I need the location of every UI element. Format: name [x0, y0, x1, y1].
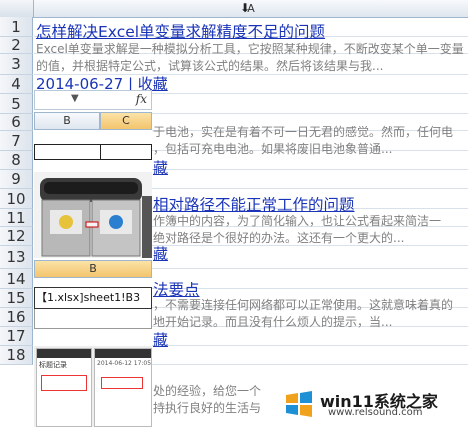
recycle-bins-photo — [34, 172, 152, 258]
row-header[interactable]: 4 — [0, 75, 33, 94]
article-snippet-3-line1: 作簿中的内容，为了简化输入，也让公式看起来简洁一 — [153, 214, 442, 228]
recycle-bins-illustration — [34, 172, 152, 258]
article-meta-3: 藏 — [153, 243, 168, 264]
watermark-url: www.relsound.com — [328, 407, 423, 418]
article-snippet-2-line1: 于电池，实在是有着不可一日无君的感觉。然而，任何电 — [153, 125, 454, 139]
column-header-bar: A ⬇ — [0, 0, 468, 18]
row-header[interactable]: 1 — [0, 17, 33, 37]
site-watermark: win11系统之家 www.relsound.com — [278, 387, 466, 421]
formula-cell: 【1.xlsx]sheet1!B3 — [34, 287, 152, 309]
row-header[interactable]: 3 — [0, 54, 33, 75]
column-select-arrow-icon: ⬇ — [240, 1, 251, 15]
row-header[interactable]: 15 — [0, 289, 33, 308]
article-meta-4: 藏 — [153, 329, 168, 350]
row-header[interactable]: 10 — [0, 189, 33, 209]
row-header[interactable]: 8 — [0, 151, 33, 170]
article-snippet-3-line2: 绝对路径是个很好的办法。这还有一个更大的... — [153, 231, 405, 245]
excel-cell-row — [34, 144, 152, 160]
excel-col-c: C — [100, 112, 152, 130]
formula-reference-thumbnail: B 【1.xlsx]sheet1!B3 — [34, 260, 152, 346]
phone-app-title: 标题记录 — [39, 361, 67, 369]
row-header[interactable]: 12 — [0, 227, 33, 246]
windows-logo-icon — [286, 391, 312, 417]
row-header[interactable]: 5 — [0, 94, 33, 114]
phone-highlight-box — [101, 377, 143, 389]
select-all-corner[interactable] — [0, 0, 34, 17]
favorite-link[interactable]: 藏 — [153, 331, 168, 349]
article-snippet-5-line1: 处的经验，给您一个 — [153, 384, 262, 398]
article-snippet-1-line1: Excel单变量求解是一种模拟分析工具，它按照某种规律，不断改变某个单一变量 — [36, 42, 464, 56]
phone-screen-left: 标题记录 — [36, 348, 92, 427]
row-header[interactable]: 14 — [0, 269, 33, 289]
row-header[interactable]: 7 — [0, 131, 33, 151]
row-header[interactable]: 9 — [0, 170, 33, 189]
row-header[interactable]: 2 — [0, 37, 33, 54]
row-header[interactable]: 11 — [0, 209, 33, 227]
chevron-down-icon: ▼ — [71, 93, 79, 104]
favorite-link[interactable]: 藏 — [153, 245, 168, 263]
article-title-3[interactable]: 相对路径不能正常工作的问题 — [153, 193, 355, 215]
column-header-a[interactable]: A — [34, 0, 468, 17]
excel-cell-divider — [100, 144, 101, 160]
fx-icon: fx — [135, 92, 147, 106]
row-header[interactable]: 18 — [0, 346, 33, 365]
phone-screen-right: 2014-06-12 17:05:04 — [94, 348, 152, 427]
formula-cell-below — [34, 309, 152, 329]
row-header[interactable]: 17 — [0, 327, 33, 346]
article-snippet-2-line2: ，包括可充电电池。如果将废旧电池象普通... — [153, 142, 393, 156]
row-header[interactable]: 13 — [0, 246, 33, 269]
phone-status-time: 2014-06-12 17:05:04 — [97, 360, 151, 367]
row-header[interactable]: 6 — [0, 114, 33, 131]
article-title-1[interactable]: 怎样解决Excel单变量求解精度不足的问题 — [36, 20, 325, 42]
article-snippet-4-line1: ，不需要连接任何网络都可以正常使用。这就意味着真的 — [153, 298, 454, 312]
article-snippet-4-line2: 地开始记录。而且没有什么烦人的提示，当... — [153, 315, 393, 329]
row-header[interactable]: 16 — [0, 308, 33, 327]
article-snippet-5-line2: 持执行良好的生活与 — [153, 401, 262, 415]
excel-thumbnail: ▼ fx B C — [34, 90, 152, 170]
article-meta-2: 藏 — [153, 157, 168, 178]
thumb-col-b: B — [34, 260, 152, 278]
excel-col-b: B — [34, 112, 100, 130]
favorite-link[interactable]: 藏 — [153, 159, 168, 177]
phone-screens-thumbnail: 标题记录 2014-06-12 17:05:04 — [34, 346, 152, 427]
phone-highlight-box — [41, 375, 87, 391]
formula-bar: ▼ fx — [34, 90, 152, 110]
